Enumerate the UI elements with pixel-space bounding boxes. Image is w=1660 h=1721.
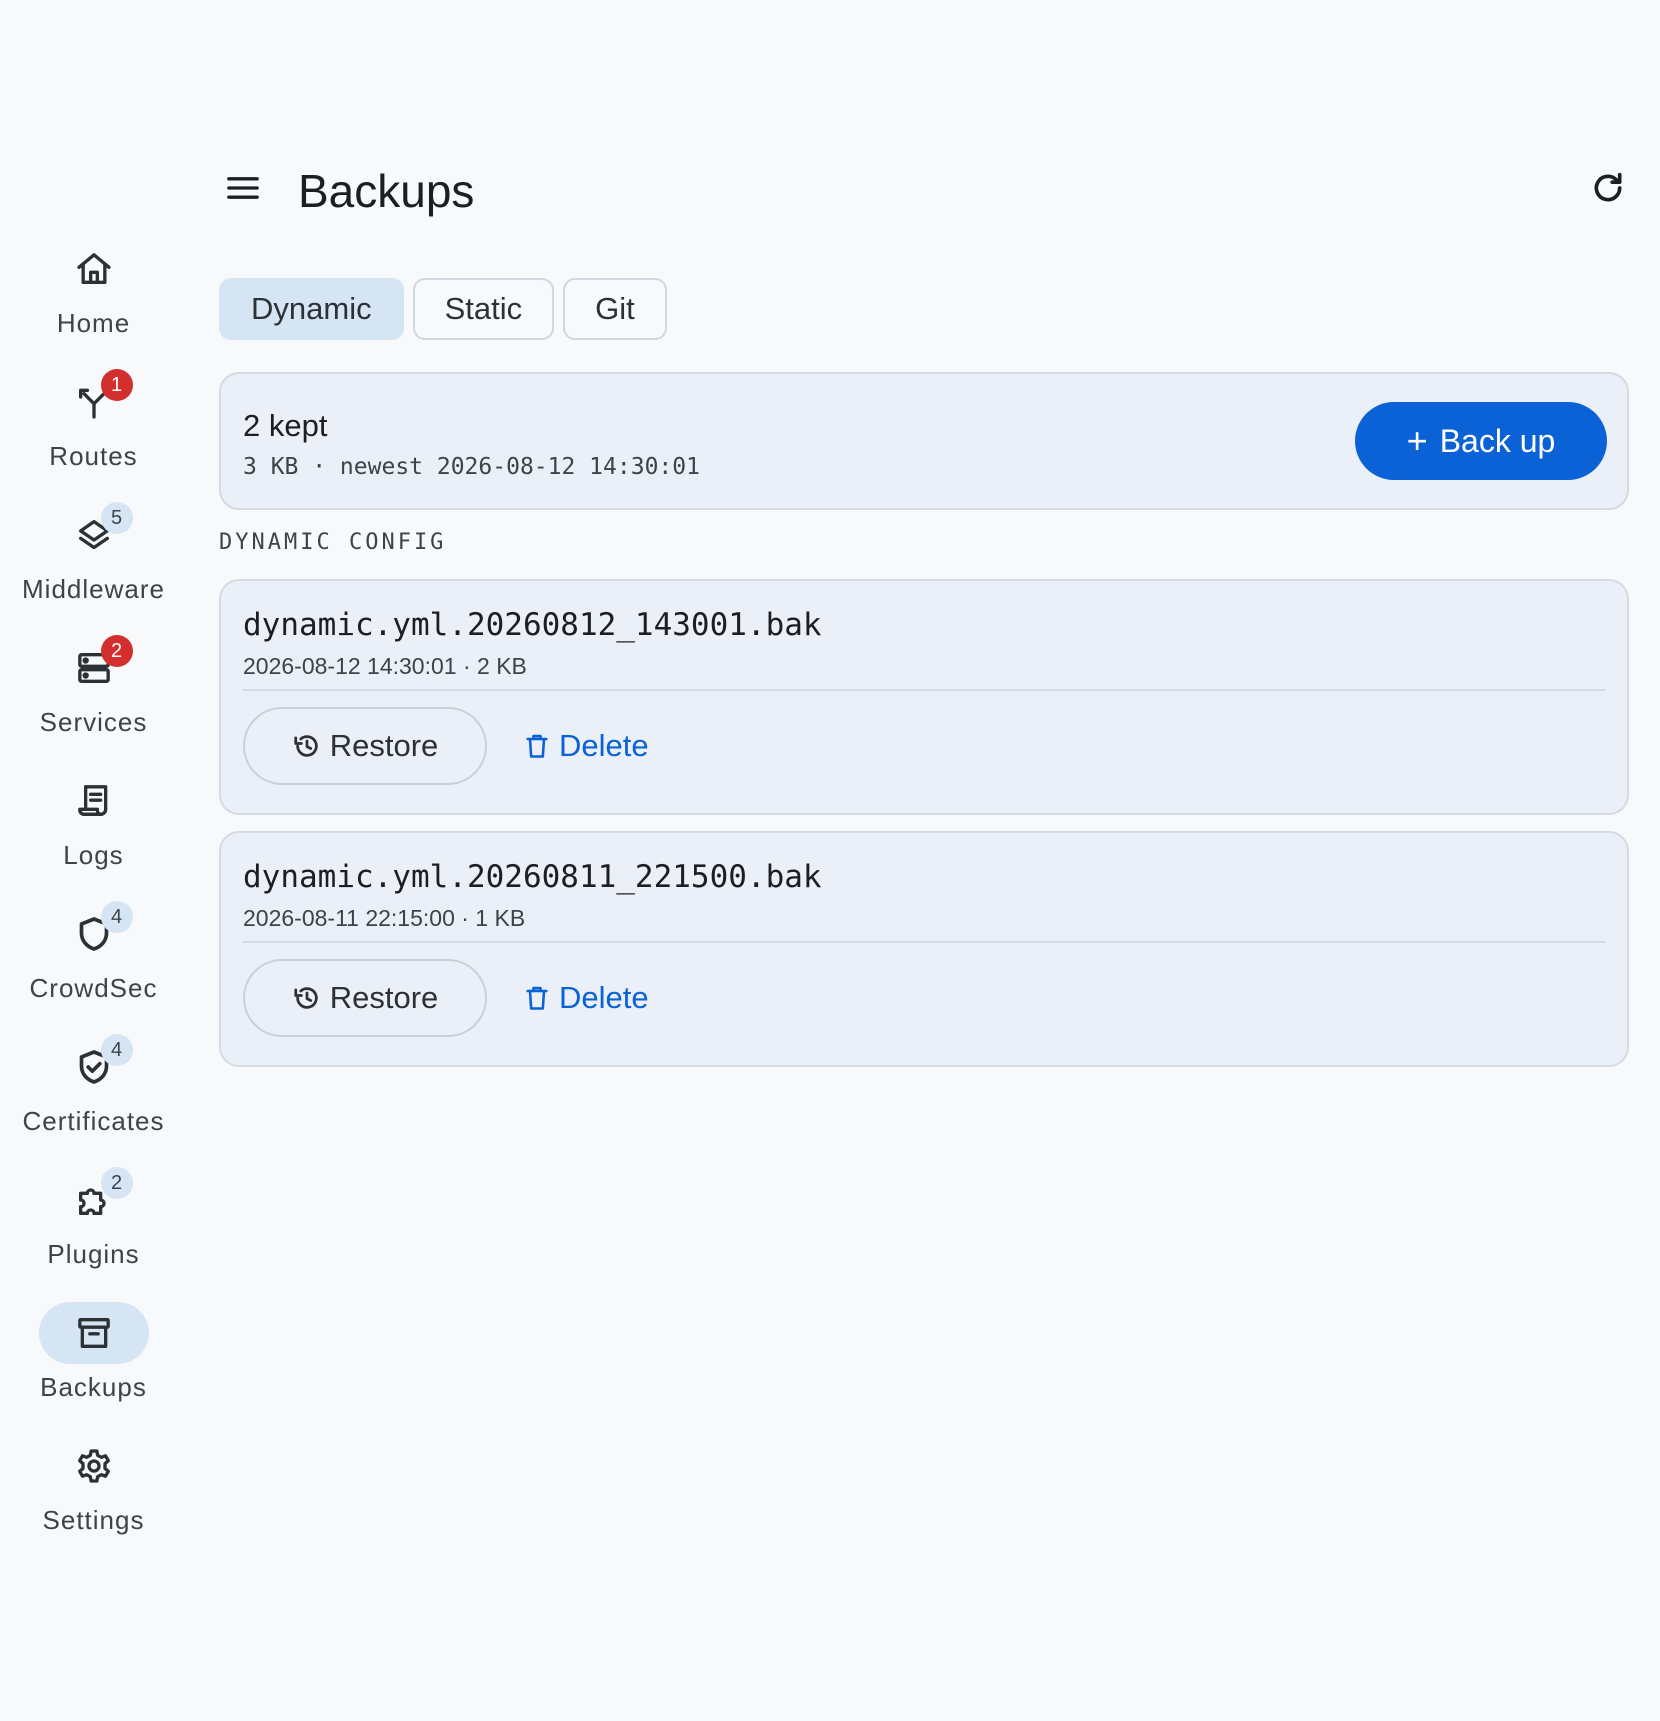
crowdsec-badge: 4: [100, 901, 133, 933]
tab-dynamic[interactable]: Dynamic: [219, 278, 404, 340]
page-title: Backups: [298, 165, 475, 217]
back-up-button[interactable]: + Back up: [1355, 402, 1607, 480]
backup-count: 2 kept: [243, 408, 328, 443]
home-icon: [76, 253, 111, 284]
backup-summary-card: 2 kept 3 KB · newest 2026-08-12 14:30:01…: [219, 372, 1629, 510]
backup-file-card: dynamic.yml.20260811_221500.bak 2026-08-…: [219, 831, 1629, 1067]
refresh-button[interactable]: [1584, 164, 1632, 212]
sidebar-item-home-icon-wrap: [39, 238, 149, 300]
sidebar-item-home[interactable]: Home: [0, 238, 187, 371]
sidebar-item-routes-icon-wrap: 1: [39, 369, 149, 433]
sidebar-item-settings-icon-wrap: [39, 1435, 149, 1497]
sidebar-item-logs-icon-wrap: [39, 770, 149, 832]
backup-file-meta: 2026-08-12 14:30:01 · 2 KB: [243, 653, 527, 679]
app-header: Backups: [219, 150, 1660, 232]
sidebar-item-logs[interactable]: Logs: [0, 770, 187, 903]
sidebar-item-label: Plugins: [47, 1239, 140, 1269]
backup-file-meta: 2026-08-11 22:15:00 · 1 KB: [243, 905, 526, 931]
backup-file-name: dynamic.yml.20260811_221500.bak: [243, 859, 822, 895]
delete-button[interactable]: Delete: [507, 959, 665, 1037]
services-badge: 2: [100, 635, 133, 667]
sidebar-item-label: Services: [39, 707, 148, 737]
config-tabs: Dynamic Static Git: [219, 278, 667, 340]
sidebar-item-certificates[interactable]: 4 Certificates: [0, 1034, 187, 1169]
plugins-badge: 2: [100, 1167, 133, 1199]
gear-icon: [77, 1449, 110, 1483]
history-icon: [294, 735, 318, 757]
trash-icon: [526, 734, 548, 758]
restore-button-label: Restore: [329, 728, 439, 763]
sidebar-item-plugins-icon-wrap: 2: [39, 1167, 149, 1231]
sidebar-item-label: Logs: [63, 840, 124, 870]
sidebar-item-label: Settings: [42, 1505, 145, 1535]
card-divider: [243, 689, 1605, 691]
history-icon: [294, 987, 318, 1009]
sidebar-item-middleware-icon-wrap: 5: [39, 502, 149, 566]
sidebar-item-middleware[interactable]: 5 Middleware: [0, 502, 187, 637]
archive-icon: [77, 1318, 110, 1348]
sidebar-item-backups-icon-wrap: [38, 1302, 149, 1364]
sidebar-nav: Home 1 Routes 5 Middleware 2 Services Lo…: [0, 238, 187, 1568]
sidebar-item-backups[interactable]: Backups: [0, 1302, 187, 1435]
tab-static[interactable]: Static: [412, 278, 555, 340]
restore-button-label: Restore: [329, 980, 439, 1015]
middleware-badge: 5: [100, 502, 133, 534]
delete-button-label: Delete: [559, 980, 649, 1015]
app-root: Home 1 Routes 5 Middleware 2 Services Lo…: [0, 0, 1660, 1721]
sidebar-item-label: CrowdSec: [29, 973, 158, 1003]
routes-badge: 1: [100, 369, 133, 401]
sidebar-item-crowdsec-icon-wrap: 4: [39, 901, 149, 965]
trash-icon: [526, 986, 548, 1010]
delete-button-label: Delete: [559, 728, 649, 763]
sidebar-item-settings[interactable]: Settings: [0, 1435, 187, 1568]
backup-file-card: dynamic.yml.20260812_143001.bak 2026-08-…: [219, 579, 1629, 815]
plus-icon: +: [1406, 420, 1428, 461]
sidebar-item-crowdsec[interactable]: 4 CrowdSec: [0, 901, 187, 1036]
sidebar-item-routes[interactable]: 1 Routes: [0, 369, 187, 504]
sidebar-item-services-icon-wrap: 2: [39, 635, 149, 699]
sidebar-item-certificates-icon-wrap: 4: [39, 1034, 149, 1098]
backup-summary-meta: 3 KB · newest 2026-08-12 14:30:01: [243, 454, 700, 480]
backup-file-name: dynamic.yml.20260812_143001.bak: [243, 607, 822, 643]
certificates-badge: 4: [100, 1034, 133, 1066]
sidebar-item-label: Home: [56, 308, 131, 338]
sidebar-item-plugins[interactable]: 2 Plugins: [0, 1167, 187, 1302]
sidebar-item-label: Routes: [49, 441, 138, 471]
sidebar-item-label: Middleware: [22, 574, 165, 604]
refresh-icon: [1594, 172, 1622, 202]
section-label: DYNAMIC CONFIG: [219, 530, 447, 555]
menu-button[interactable]: [219, 164, 267, 212]
back-up-button-label: Back up: [1439, 422, 1556, 459]
restore-button[interactable]: Restore: [243, 707, 487, 785]
menu-icon: [227, 177, 259, 199]
delete-button[interactable]: Delete: [507, 707, 665, 785]
logs-icon: [77, 785, 107, 816]
sidebar-item-label: Backups: [40, 1372, 147, 1402]
card-divider: [243, 941, 1605, 943]
sidebar-item-services[interactable]: 2 Services: [0, 635, 187, 770]
tab-git[interactable]: Git: [563, 278, 667, 340]
restore-button[interactable]: Restore: [243, 959, 487, 1037]
sidebar-item-label: Certificates: [22, 1106, 165, 1136]
